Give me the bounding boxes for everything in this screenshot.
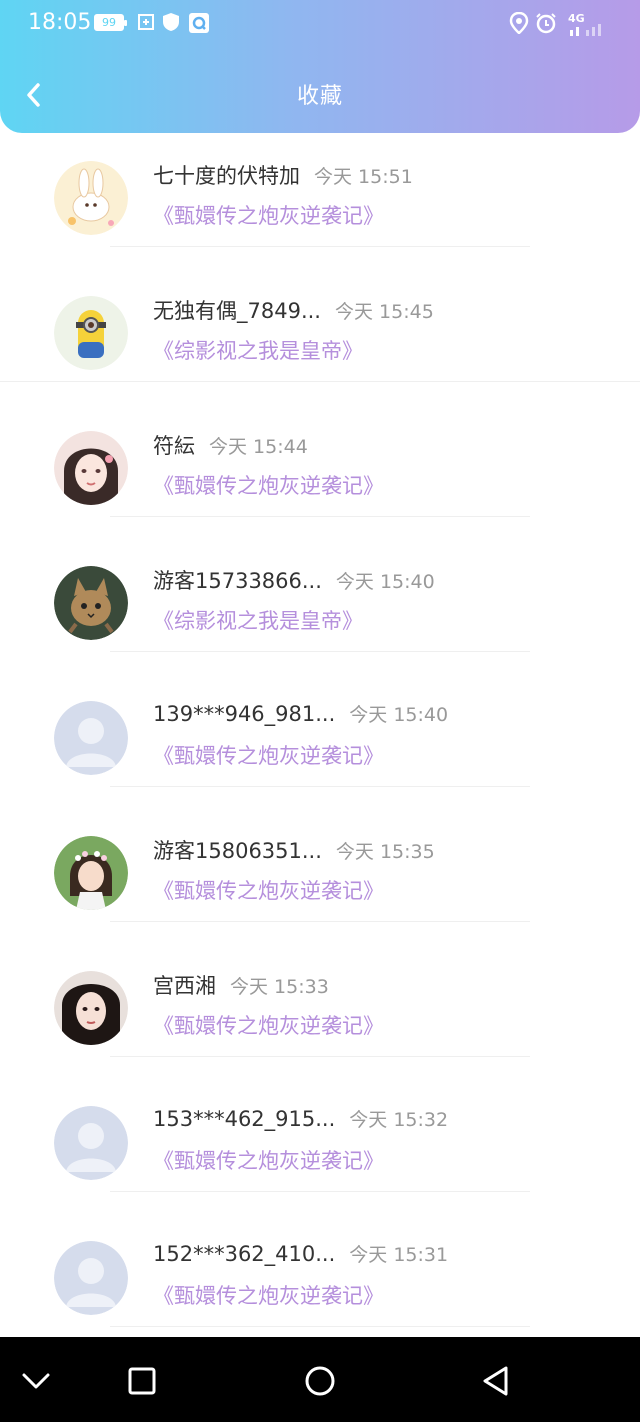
divider [110,516,530,517]
timestamp: 今天 15:31 [349,1244,449,1266]
status-time: 18:05 [28,10,92,35]
item-header: 七十度的伏特加 今天 15:51 [153,160,413,190]
avatar[interactable] [54,836,128,910]
avatar[interactable] [54,296,128,370]
username: 无独有偶_7849... [153,299,321,323]
work-title-link[interactable]: 《甄嬛传之炮灰逆袭记》 [153,875,384,905]
work-title-link[interactable]: 《甄嬛传之炮灰逆袭记》 [153,470,384,500]
divider [110,921,530,922]
username: 游客15806351... [153,839,322,863]
username: 七十度的伏特加 [153,164,300,188]
square-icon [128,1367,156,1395]
battery-icon: 99 [94,14,127,31]
list-item[interactable]: 139***946_981... 今天 15:40 《甄嬛传之炮灰逆袭记》 [0,682,640,817]
divider [110,1191,530,1192]
item-header: 游客15733866... 今天 15:40 [153,565,435,595]
list-item[interactable]: 游客15733866... 今天 15:40 《综影视之我是皇帝》 [0,547,640,682]
home-button[interactable] [300,1361,340,1401]
circle-icon [305,1366,335,1396]
item-header: 139***946_981... 今天 15:40 [153,700,448,727]
item-header: 153***462_915... 今天 15:32 [153,1105,448,1132]
divider [110,1326,530,1327]
header-bar: 18:05 99 4G 收藏 [0,0,640,133]
triangle-back-icon [483,1366,508,1396]
item-header: 无独有偶_7849... 今天 15:45 [153,295,434,325]
notification-icon [137,12,155,32]
username: 游客15733866... [153,569,322,593]
avatar[interactable] [54,431,128,505]
divider [110,786,530,787]
username: 152***362_410... [153,1242,336,1266]
work-title-link[interactable]: 《甄嬛传之炮灰逆袭记》 [153,1145,384,1175]
divider [110,1056,530,1057]
chevron-down-icon [22,1373,50,1389]
list-item[interactable]: 符紜 今天 15:44 《甄嬛传之炮灰逆袭记》 [0,412,640,547]
favorites-list: 七十度的伏特加 今天 15:51 《甄嬛传之炮灰逆袭记》 无独有偶_7849...… [0,142,640,1357]
avatar[interactable] [54,1241,128,1315]
hide-keyboard-button[interactable] [16,1361,56,1401]
username: 139***946_981... [153,702,336,726]
work-title-link[interactable]: 《甄嬛传之炮灰逆袭记》 [153,200,384,230]
work-title-link[interactable]: 《综影视之我是皇帝》 [153,335,363,365]
alarm-icon [535,12,557,34]
list-item[interactable]: 无独有偶_7849... 今天 15:45 《综影视之我是皇帝》 [0,277,640,412]
avatar[interactable] [54,1106,128,1180]
divider [0,381,640,382]
timestamp: 今天 15:45 [334,301,434,323]
avatar[interactable] [54,971,128,1045]
list-item[interactable]: 宫西湘 今天 15:33 《甄嬛传之炮灰逆袭记》 [0,952,640,1087]
work-title-link[interactable]: 《综影视之我是皇帝》 [153,605,363,635]
recents-button[interactable] [122,1361,162,1401]
timestamp: 今天 15:40 [335,571,435,593]
divider [110,651,530,652]
timestamp: 今天 15:33 [230,976,329,998]
work-title-link[interactable]: 《甄嬛传之炮灰逆袭记》 [153,1280,384,1310]
timestamp: 今天 15:44 [209,436,308,458]
work-title-link[interactable]: 《甄嬛传之炮灰逆袭记》 [153,740,384,770]
username: 153***462_915... [153,1107,336,1131]
signal-icon [568,24,608,36]
list-item[interactable]: 七十度的伏特加 今天 15:51 《甄嬛传之炮灰逆袭记》 [0,142,640,277]
avatar[interactable] [54,701,128,775]
system-nav-bar [0,1337,640,1422]
shield-icon [162,12,180,32]
avatar[interactable] [54,161,128,235]
avatar[interactable] [54,566,128,640]
timestamp: 今天 15:40 [349,704,449,726]
item-header: 符紜 今天 15:44 [153,430,308,460]
list-item[interactable]: 153***462_915... 今天 15:32 《甄嬛传之炮灰逆袭记》 [0,1087,640,1222]
list-item[interactable]: 游客15806351... 今天 15:35 《甄嬛传之炮灰逆袭记》 [0,817,640,952]
status-bar: 18:05 99 4G [0,0,640,48]
item-header: 152***362_410... 今天 15:31 [153,1240,448,1267]
work-title-link[interactable]: 《甄嬛传之炮灰逆袭记》 [153,1010,384,1040]
timestamp: 今天 15:32 [349,1109,449,1131]
qq-browser-icon [188,12,210,34]
location-icon [509,12,529,34]
divider [110,246,530,247]
item-header: 宫西湘 今天 15:33 [153,970,329,1000]
item-header: 游客15806351... 今天 15:35 [153,835,435,865]
timestamp: 今天 15:51 [314,166,413,188]
back-nav-button[interactable] [476,1361,516,1401]
username: 符紜 [153,434,195,458]
username: 宫西湘 [153,974,216,998]
timestamp: 今天 15:35 [335,841,435,863]
page-title: 收藏 [296,84,343,109]
